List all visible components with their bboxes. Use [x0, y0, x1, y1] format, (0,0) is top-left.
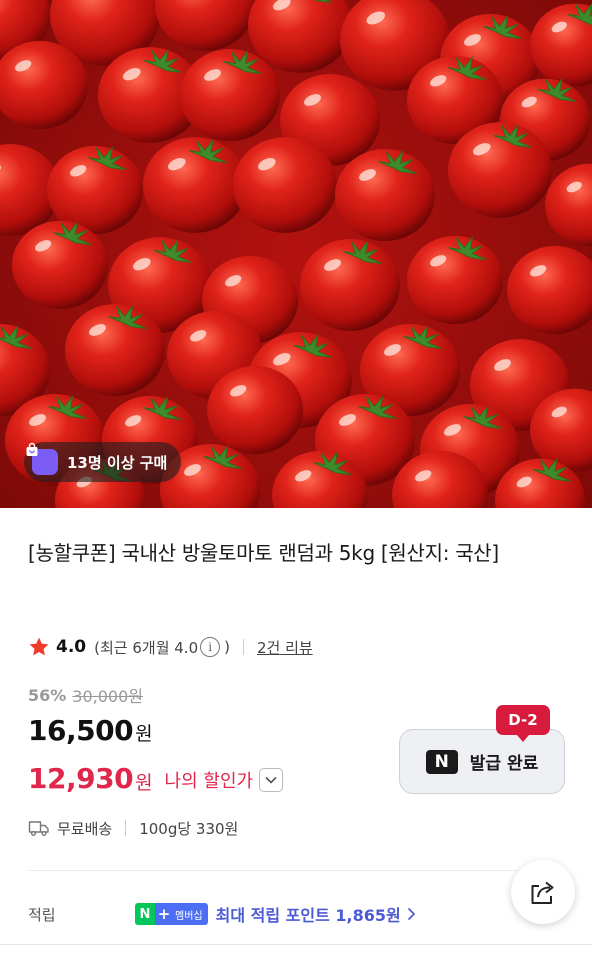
plus-icon: +	[155, 903, 173, 925]
naver-membership-badge: N + 멤버십	[135, 903, 208, 925]
membership-label: 멤버십	[173, 903, 208, 925]
star-icon	[29, 637, 49, 656]
shipping-row: 무료배송 100g당 330원	[28, 815, 238, 841]
tomato	[12, 220, 108, 310]
share-button[interactable]	[511, 860, 575, 924]
rating-score: 4.0	[56, 637, 87, 657]
reviews-link[interactable]: 2건 리뷰	[257, 637, 313, 658]
rating-row: 4.0 (최근 6개월 4.0 i ) 2건 리뷰	[28, 634, 313, 660]
bottom-divider	[0, 944, 592, 945]
coupon-label: 발급 완료	[469, 754, 539, 774]
my-price-unit: 원	[135, 771, 153, 794]
tomato	[207, 365, 303, 455]
tomato	[65, 304, 165, 396]
tomato	[155, 0, 255, 51]
tomato	[180, 49, 280, 141]
chevron-right-icon	[407, 907, 415, 921]
buyers-count-badge: 13명 이상 구매	[24, 442, 182, 482]
tomato	[507, 245, 592, 335]
product-image[interactable]: 13명 이상 구매	[0, 0, 592, 508]
coupon-issued-button[interactable]: N 발급 완료	[399, 729, 565, 794]
rating-recent-text: (최근 6개월 4.0	[94, 638, 199, 657]
tomato	[233, 137, 337, 233]
chevron-down-icon[interactable]	[259, 768, 284, 792]
tomato	[143, 137, 247, 233]
unit-price: 100g당 330원	[139, 819, 239, 838]
max-points-text: 최대 적립 포인트 1,865원	[215, 906, 401, 925]
tomato	[545, 163, 592, 247]
tomatoes-illustration	[0, 0, 592, 508]
original-price: 30,000원	[72, 687, 144, 706]
naver-n-icon: N	[425, 749, 458, 774]
my-price-label: 나의 할인가	[164, 771, 254, 792]
my-price-value: 12,930	[28, 761, 134, 795]
discount-row: 56% 30,000원	[28, 683, 143, 707]
sale-price-unit: 원	[135, 723, 153, 745]
tomato	[448, 122, 552, 218]
divider	[125, 820, 127, 836]
naver-n-icon: N	[135, 903, 155, 925]
sale-price: 16,500 원	[28, 714, 153, 754]
points-label: 적립	[28, 905, 56, 924]
tomato	[300, 239, 400, 331]
rating-recent: (최근 6개월 4.0 i )	[94, 637, 230, 658]
tomato	[407, 235, 503, 325]
rating-recent-close: )	[224, 638, 230, 656]
tomato	[530, 3, 592, 87]
divider	[242, 639, 244, 655]
section-divider	[28, 870, 564, 871]
truck-icon	[28, 821, 49, 836]
buyers-count-text: 13명 이상 구매	[67, 453, 168, 472]
share-icon	[531, 881, 554, 904]
free-shipping-label: 무료배송	[57, 819, 113, 838]
info-icon[interactable]: i	[200, 637, 221, 657]
shopping-bag-icon	[26, 442, 58, 475]
my-discount-price[interactable]: 12,930 원 나의 할인가	[28, 758, 284, 798]
product-title: [농할쿠폰] 국내산 방울토마토 랜덤과 5kg [원산지: 국산]	[28, 541, 499, 565]
points-row[interactable]: 적립 N + 멤버십 최대 적립 포인트 1,865원	[28, 900, 568, 928]
tomato	[335, 149, 435, 241]
discount-percent: 56%	[28, 685, 67, 705]
sale-price-value: 16,500	[28, 714, 134, 747]
dday-badge: D-2	[496, 705, 550, 742]
